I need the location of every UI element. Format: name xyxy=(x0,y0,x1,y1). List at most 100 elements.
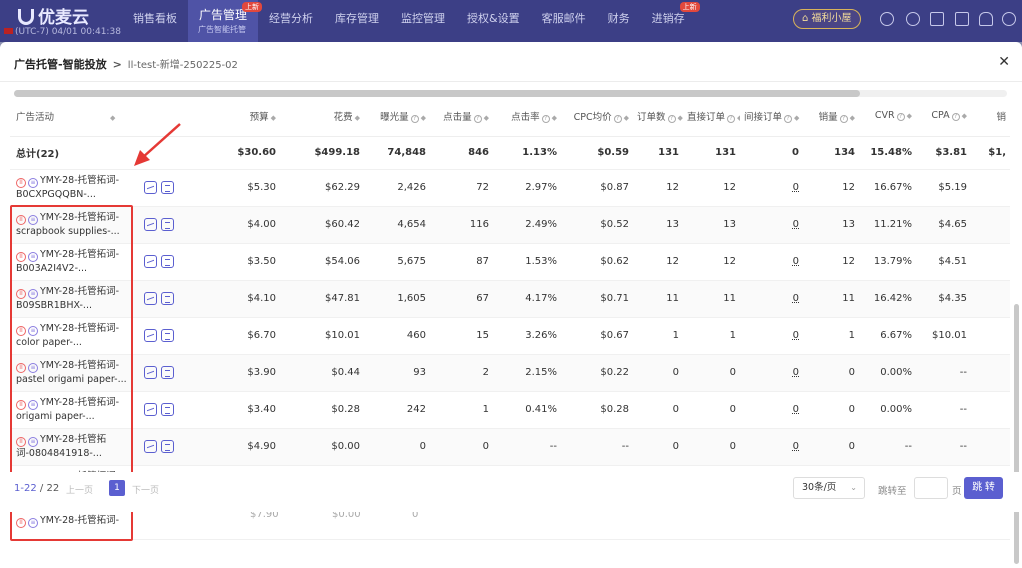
cell-direct: 0 xyxy=(683,391,740,429)
cell-orders: 13 xyxy=(633,206,683,244)
campaign-name-cell[interactable]: II ≡ YMY-28-托管拓词-color paper-... xyxy=(10,317,140,355)
nav-item-auth-settings[interactable]: 授权&设置 xyxy=(456,0,531,42)
list-icon[interactable] xyxy=(930,12,944,26)
table-row[interactable]: II ≡ YMY-28-托管拓词-pastel origami paper-... $… xyxy=(10,354,1010,392)
table-row[interactable]: II ≡ YMY-28-托管拓词-color paper-... $6.70 $10.0… xyxy=(10,317,1010,355)
table-row[interactable]: II ≡ YMY-28-托管拓词- B003A2I4V2-... $3.50 $54.06… xyxy=(10,243,1010,281)
nav-item-label: 销售看板 xyxy=(133,12,177,25)
page-size-select[interactable]: 30条/页 ⌄ xyxy=(793,477,865,499)
table-row[interactable]: II ≡ YMY-28-托管拓词- B0CXPGQQBN-... $5.30 $62.29… xyxy=(10,169,1010,207)
trend-chart-icon[interactable] xyxy=(144,403,157,416)
campaign-name-cell[interactable]: II ≡ YMY-28-托管拓词- B0CXPGQQBN-... xyxy=(10,169,140,207)
campaign-name-cell[interactable]: II ≡ YMY-28-托管拓词-scrapbook supplies-... xyxy=(10,206,140,244)
campaign-name-cell[interactable]: II ≡ YMY-28-托管拓词- B09SBR1BHX-... xyxy=(10,280,140,318)
vertical-scrollbar[interactable] xyxy=(1014,304,1019,564)
detail-list-icon[interactable] xyxy=(161,292,174,305)
col-orders[interactable]: 订单数? ◆ xyxy=(633,96,683,137)
campaign-name-line1: YMY-28-托管拓词- xyxy=(40,397,120,408)
current-page-button[interactable]: 1 xyxy=(109,480,125,496)
col-sales[interactable]: 销 xyxy=(971,96,1010,137)
col-units[interactable]: 销量? ◆ xyxy=(803,96,859,137)
welfare-house-button[interactable]: ⌂ 福利小屋 xyxy=(793,9,861,29)
nav-item-purchase-sales-stock[interactable]: 进销存 上新 xyxy=(641,0,700,42)
breadcrumb-separator: > xyxy=(112,58,122,71)
table-row[interactable]: II ≡ YMY-28-托管拓 词-0804841918-... $4.90 $0.00 0… xyxy=(10,428,1010,466)
col-ctr[interactable]: 点击率? ◆ xyxy=(493,96,561,137)
cell-ctr: -- xyxy=(493,428,561,466)
cell-clicks: 116 xyxy=(430,206,493,244)
cell-indirect[interactable]: 0 xyxy=(740,169,803,207)
col-cpa[interactable]: CPA? ◆ xyxy=(916,96,971,137)
prev-page-button[interactable]: 上一页 xyxy=(66,483,93,496)
col-cvr[interactable]: CVR? ◆ xyxy=(859,96,916,137)
trend-chart-icon[interactable] xyxy=(144,292,157,305)
table-row[interactable]: II ≡ YMY-28-托管拓词-origami paper-... $3.40 $0.… xyxy=(10,391,1010,429)
nav-item-finance[interactable]: 财务 xyxy=(597,0,641,42)
support-icon[interactable] xyxy=(880,12,894,26)
jump-page-input[interactable] xyxy=(914,477,948,499)
col-direct-orders[interactable]: 直接订单? ◆ xyxy=(683,96,740,137)
cart-icon[interactable] xyxy=(955,12,969,26)
cell-indirect[interactable]: 0 xyxy=(740,243,803,281)
cell-indirect[interactable]: 0 xyxy=(740,354,803,392)
help-icon[interactable] xyxy=(906,12,920,26)
trend-chart-icon[interactable] xyxy=(144,329,157,342)
cell-cpa: $4.65 xyxy=(916,206,971,244)
detail-list-icon[interactable] xyxy=(161,218,174,231)
top-nav: 优麦云 (UTC-7) 04/01 00:41:38 销售看板 广告管理 广告智… xyxy=(0,0,1022,42)
cell-ctr: 2.97% xyxy=(493,169,561,207)
trend-chart-icon[interactable] xyxy=(144,255,157,268)
col-campaign[interactable]: 广告活动 ◆ xyxy=(10,96,140,137)
trend-chart-icon[interactable] xyxy=(144,218,157,231)
table-row[interactable]: II ≡ YMY-28-托管拓词- B09SBR1BHX-... $4.10 $47.81… xyxy=(10,280,1010,318)
pause-status-icon: II xyxy=(16,400,26,410)
nav-item-customer-mail[interactable]: 客服邮件 xyxy=(531,0,597,42)
cell-direct: 12 xyxy=(683,169,740,207)
detail-list-icon[interactable] xyxy=(161,255,174,268)
col-spend[interactable]: 花费 ◆ xyxy=(280,96,364,137)
nav-item-monitoring[interactable]: 监控管理 xyxy=(390,0,456,42)
detail-list-icon[interactable] xyxy=(161,440,174,453)
nav-item-label: 监控管理 xyxy=(401,12,446,25)
cell-clicks: 72 xyxy=(430,169,493,207)
campaign-name-cell[interactable]: II ≡ YMY-28-托管拓 词-0804841918-... xyxy=(10,428,140,466)
nav-item-ad-management[interactable]: 广告管理 广告智能托管 上新 xyxy=(188,0,263,42)
campaign-name-cell[interactable]: II ≡ YMY-28-托管拓词- B003A2I4V2-... xyxy=(10,243,140,281)
nav-item-sales-dashboard[interactable]: 销售看板 xyxy=(122,0,188,42)
col-indirect-orders[interactable]: 间接订单? ◆ xyxy=(740,96,803,137)
trend-chart-icon[interactable] xyxy=(144,440,157,453)
col-clicks[interactable]: 点击量? ◆ xyxy=(430,96,493,137)
campaign-name-line1: YMY-28-托管拓词- xyxy=(40,249,120,260)
col-cpc[interactable]: CPC均价? ◆ xyxy=(561,96,633,137)
close-icon[interactable]: ✕ xyxy=(998,54,1010,70)
campaign-name-line2: B0CXPGQQBN-... xyxy=(16,189,96,200)
logo[interactable]: 优麦云 xyxy=(18,3,89,28)
cell-indirect[interactable]: 0 xyxy=(740,317,803,355)
detail-list-icon[interactable] xyxy=(161,403,174,416)
trend-chart-icon[interactable] xyxy=(144,366,157,379)
trend-chart-icon[interactable] xyxy=(144,181,157,194)
jump-button[interactable]: 跳 转 xyxy=(964,477,1003,499)
next-page-button[interactable]: 下一页 xyxy=(132,483,159,496)
campaign-name-cell[interactable]: II ≡ YMY-28-托管拓词-origami paper-... xyxy=(10,391,140,429)
row-actions xyxy=(140,391,198,429)
cell-sales: 12 xyxy=(803,243,859,281)
smart-target-icon: ≡ xyxy=(28,363,38,373)
nav-item-label: 授权&设置 xyxy=(467,12,520,25)
detail-list-icon[interactable] xyxy=(161,366,174,379)
col-budget[interactable]: 预算 ◆ xyxy=(198,96,280,137)
campaign-name-cell[interactable]: II ≡ YMY-28-托管拓词-pastel origami paper-... xyxy=(10,354,140,392)
cell-indirect[interactable]: 0 xyxy=(740,280,803,318)
cell-spend: $54.06 xyxy=(280,243,364,281)
user-avatar-icon[interactable] xyxy=(1002,12,1016,26)
detail-list-icon[interactable] xyxy=(161,329,174,342)
detail-list-icon[interactable] xyxy=(161,181,174,194)
table-row[interactable]: II ≡ YMY-28-托管拓词-scrapbook supplies-... $4.… xyxy=(10,206,1010,244)
cell-indirect[interactable]: 0 xyxy=(740,391,803,429)
nav-item-inventory[interactable]: 库存管理 xyxy=(324,0,390,42)
nav-item-business-analysis[interactable]: 经营分析 xyxy=(258,0,324,42)
bell-icon[interactable] xyxy=(979,12,993,26)
col-impressions[interactable]: 曝光量? ◆ xyxy=(364,96,430,137)
cell-indirect[interactable]: 0 xyxy=(740,206,803,244)
cell-indirect[interactable]: 0 xyxy=(740,428,803,466)
